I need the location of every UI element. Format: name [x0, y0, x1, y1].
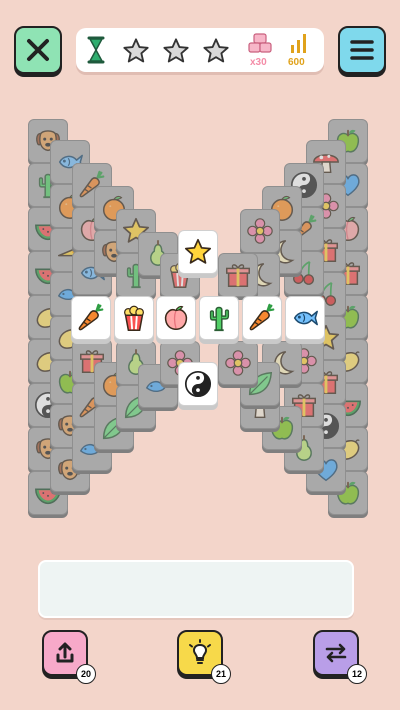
- hourglass-icon: [87, 36, 105, 64]
- hamburger-menu-icon: [350, 40, 374, 60]
- tile-carrot[interactable]: [71, 296, 111, 340]
- undo-arrow-icon: [56, 642, 74, 663]
- star-empty-icon: [203, 38, 229, 63]
- undo-count-badge: 20: [76, 664, 96, 684]
- menu-button[interactable]: [338, 26, 386, 74]
- star-empty-icon: [163, 38, 189, 63]
- score-value: 600: [288, 57, 305, 68]
- tile-peach[interactable]: [156, 296, 196, 340]
- shuffle-button[interactable]: 12: [313, 630, 367, 684]
- tile-star[interactable]: [178, 230, 218, 274]
- tile-cactus[interactable]: [199, 296, 239, 340]
- status-panel: x30 600: [76, 28, 324, 72]
- tile-gift[interactable]: [218, 253, 258, 297]
- score-bars-icon: [291, 34, 306, 53]
- tile-flower[interactable]: [240, 209, 280, 253]
- shuffle-count-badge: 12: [347, 664, 367, 684]
- tiles-stack-icon: [248, 33, 272, 53]
- close-button[interactable]: [14, 26, 62, 74]
- tile-tray: [38, 560, 354, 618]
- tile-carrot[interactable]: [242, 296, 282, 340]
- star-empty-icon: [123, 38, 149, 63]
- shuffle-arrows-icon: [325, 643, 347, 663]
- tiles-remaining-count: x30: [250, 57, 267, 68]
- tile-fish[interactable]: [285, 296, 325, 340]
- lightbulb-icon: [189, 639, 211, 664]
- undo-button[interactable]: 20: [42, 630, 96, 684]
- hint-count-badge: 21: [211, 664, 231, 684]
- tile-yinyang[interactable]: [178, 362, 218, 406]
- tile-popcorn[interactable]: [114, 296, 154, 340]
- hint-button[interactable]: 21: [177, 630, 231, 684]
- close-icon: [27, 39, 49, 61]
- tile-flower[interactable]: [218, 341, 258, 385]
